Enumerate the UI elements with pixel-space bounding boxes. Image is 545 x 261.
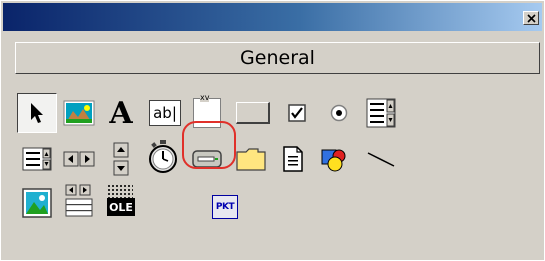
line-tool[interactable]	[361, 139, 401, 179]
pointer-icon	[31, 103, 43, 123]
tab-general-label: General	[240, 47, 315, 69]
pointer-tool[interactable]	[17, 93, 57, 133]
image-tool[interactable]	[17, 183, 57, 223]
vscrollbar-icon	[113, 142, 129, 176]
toolbox-window: General A ab| xv OLE PKT	[0, 0, 545, 261]
checkbox-icon	[288, 104, 306, 122]
close-button[interactable]	[523, 11, 539, 25]
control-toolbox: A ab| xv OLE PKT	[15, 79, 535, 255]
data-tool[interactable]	[59, 181, 99, 221]
picturebox-tool[interactable]	[59, 93, 99, 133]
textbox-icon: ab|	[149, 100, 181, 126]
pkt-control-icon: PKT	[212, 195, 238, 219]
timer-icon	[149, 140, 177, 173]
optionbutton-icon	[330, 104, 348, 122]
label-icon: A	[109, 95, 133, 131]
combobox-tool[interactable]	[361, 93, 401, 133]
commandbutton-icon	[236, 102, 270, 124]
listbox-tool[interactable]	[17, 139, 57, 179]
vscrollbar-tool[interactable]	[101, 139, 141, 179]
picturebox-icon	[63, 100, 95, 126]
label-tool[interactable]: A	[101, 93, 141, 133]
line-icon	[367, 152, 395, 167]
dirlistbox-icon	[236, 148, 266, 171]
title-bar[interactable]	[3, 3, 542, 31]
listbox-icon	[22, 147, 52, 171]
dirlistbox-tool[interactable]	[231, 139, 271, 179]
hscrollbar-icon	[63, 151, 95, 167]
close-icon	[527, 14, 536, 23]
tab-general[interactable]: General	[15, 42, 540, 74]
pkt-control-tool[interactable]: PKT	[205, 187, 245, 227]
ole-tool[interactable]: OLE	[101, 181, 141, 221]
filelistbox-tool[interactable]	[273, 139, 313, 179]
ole-icon: OLE	[105, 184, 137, 218]
timer-tool[interactable]	[143, 137, 183, 177]
filelistbox-icon	[283, 146, 303, 172]
highlight-annotation-ring	[182, 121, 236, 169]
textbox-tool[interactable]: ab|	[145, 93, 185, 133]
image-icon	[22, 188, 52, 218]
combobox-icon	[366, 98, 396, 128]
data-icon	[65, 184, 93, 217]
commandbutton-tool[interactable]	[233, 93, 273, 133]
checkbox-tool[interactable]	[277, 93, 317, 133]
shape-icon	[321, 149, 346, 172]
hscrollbar-tool[interactable]	[59, 139, 99, 179]
optionbutton-tool[interactable]	[319, 93, 359, 133]
shape-tool[interactable]	[315, 139, 355, 179]
